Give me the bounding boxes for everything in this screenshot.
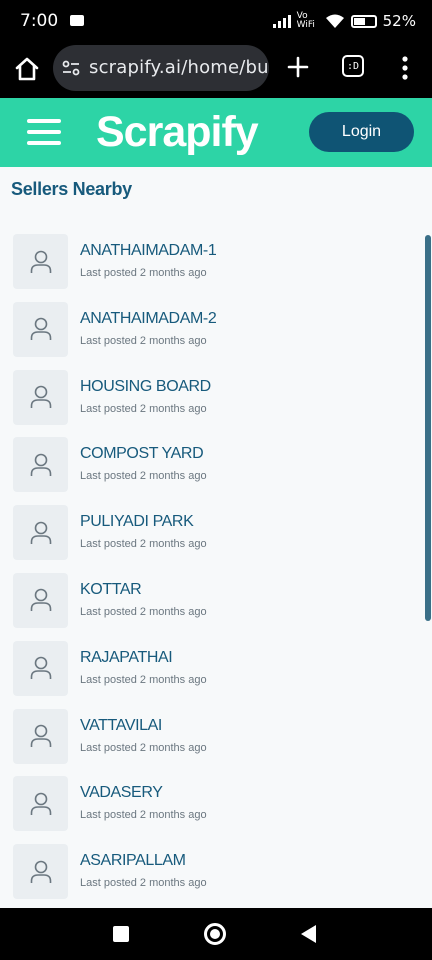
user-icon	[30, 589, 51, 612]
site-settings-icon[interactable]	[62, 59, 80, 77]
seller-list-item[interactable]: COMPOST YARD Last posted 2 months ago	[0, 437, 424, 505]
avatar	[13, 234, 68, 289]
seller-name[interactable]: COMPOST YARD	[80, 445, 204, 463]
seller-list-item[interactable]: PULIYADI PARK Last posted 2 months ago	[0, 505, 424, 573]
avatar	[13, 844, 68, 900]
notification-icon	[70, 15, 84, 26]
user-icon	[30, 792, 51, 815]
user-icon	[30, 250, 51, 273]
address-bar[interactable]: scrapify.ai/home/buyer	[53, 45, 269, 91]
seller-last-posted: Last posted 2 months ago	[80, 741, 207, 754]
seller-list-item[interactable]: VADASERY Last posted 2 months ago	[0, 776, 424, 844]
user-icon	[30, 724, 51, 748]
seller-last-posted: Last posted 2 months ago	[80, 673, 207, 686]
user-icon	[30, 656, 51, 680]
avatar	[13, 505, 68, 561]
avatar	[13, 301, 68, 357]
seller-name[interactable]: RAJAPATHAI	[80, 649, 173, 667]
battery-percent: 52%	[382, 12, 416, 30]
user-icon	[30, 521, 51, 544]
url-text: scrapify.ai/home/buyer	[89, 57, 269, 78]
seller-name[interactable]: VADASERY	[80, 784, 163, 802]
user-icon	[30, 453, 51, 476]
login-button[interactable]: Login	[309, 112, 414, 152]
seller-last-posted: Last posted 2 months ago	[80, 402, 207, 415]
main-content: Sellers Nearby ANATHAIMADAM-1 Last posted…	[0, 167, 432, 908]
system-nav-bar	[0, 908, 432, 960]
avatar	[13, 572, 68, 628]
seller-last-posted: Last posted 2 months ago	[80, 470, 207, 483]
page-title: Sellers Nearby	[11, 179, 132, 199]
app-header: Scrapify Login	[0, 98, 432, 167]
seller-list-item[interactable]: ANATHAIMADAM-2 Last posted 2 months ago	[0, 301, 424, 370]
recents-icon[interactable]	[113, 926, 129, 942]
network-label: Vo WiFi	[296, 11, 315, 30]
seller-last-posted: Last posted 2 months ago	[80, 877, 207, 890]
seller-name[interactable]: ANATHAIMADAM-2	[80, 310, 217, 328]
scrollbar[interactable]	[425, 235, 431, 621]
seller-list-item[interactable]: ASARIPALLAM Last posted 2 months ago	[0, 844, 424, 908]
tab-switcher-icon[interactable]: :D	[342, 55, 364, 77]
avatar	[13, 776, 68, 832]
seller-list-item[interactable]: RAJAPATHAI Last posted 2 months ago	[0, 640, 424, 709]
wifi-icon	[325, 14, 344, 28]
back-icon[interactable]	[301, 925, 316, 943]
seller-name[interactable]: HOUSING BOARD	[80, 378, 211, 396]
seller-name[interactable]: VATTAVILAI	[80, 717, 162, 735]
avatar	[13, 369, 68, 425]
user-icon	[30, 860, 51, 883]
seller-list-item[interactable]: HOUSING BOARD Last posted 2 months ago	[0, 369, 424, 438]
status-bar: 7:00 Vo WiFi 52%	[0, 0, 432, 42]
seller-last-posted: Last posted 2 months ago	[80, 809, 207, 822]
avatar	[13, 437, 68, 493]
more-vert-icon[interactable]	[400, 55, 410, 81]
user-icon	[30, 317, 51, 341]
seller-name[interactable]: ANATHAIMADAM-1	[80, 242, 217, 260]
hamburger-menu-icon[interactable]	[27, 119, 61, 145]
seller-last-posted: Last posted 2 months ago	[80, 538, 207, 551]
avatar	[13, 640, 68, 696]
browser-toolbar: scrapify.ai/home/buyer :D	[0, 42, 432, 98]
brand-logo[interactable]: Scrapify	[96, 108, 259, 157]
avatar	[13, 708, 68, 764]
signal-icon	[272, 14, 291, 28]
seller-last-posted: Last posted 2 months ago	[80, 267, 207, 279]
battery-icon	[350, 14, 377, 28]
seller-list-item[interactable]: KOTTAR Last posted 2 months ago	[0, 572, 424, 641]
plus-icon[interactable]	[286, 55, 310, 79]
seller-last-posted: Last posted 2 months ago	[80, 605, 207, 618]
seller-name[interactable]: KOTTAR	[80, 581, 142, 599]
seller-name[interactable]: PULIYADI PARK	[80, 513, 194, 531]
user-icon	[30, 385, 51, 409]
home-circle-icon[interactable]	[204, 923, 226, 945]
seller-list: ANATHAIMADAM-1 Last posted 2 months ago AN…	[0, 234, 424, 908]
seller-list-item[interactable]: VATTAVILAI Last posted 2 months ago	[0, 708, 424, 777]
home-icon[interactable]	[12, 54, 42, 84]
seller-name[interactable]: ASARIPALLAM	[80, 852, 186, 870]
status-time: 7:00	[20, 11, 59, 31]
seller-last-posted: Last posted 2 months ago	[80, 334, 207, 347]
status-indicators: Vo WiFi 52%	[272, 10, 416, 32]
seller-list-item[interactable]: ANATHAIMADAM-1 Last posted 2 months ago	[0, 234, 424, 302]
